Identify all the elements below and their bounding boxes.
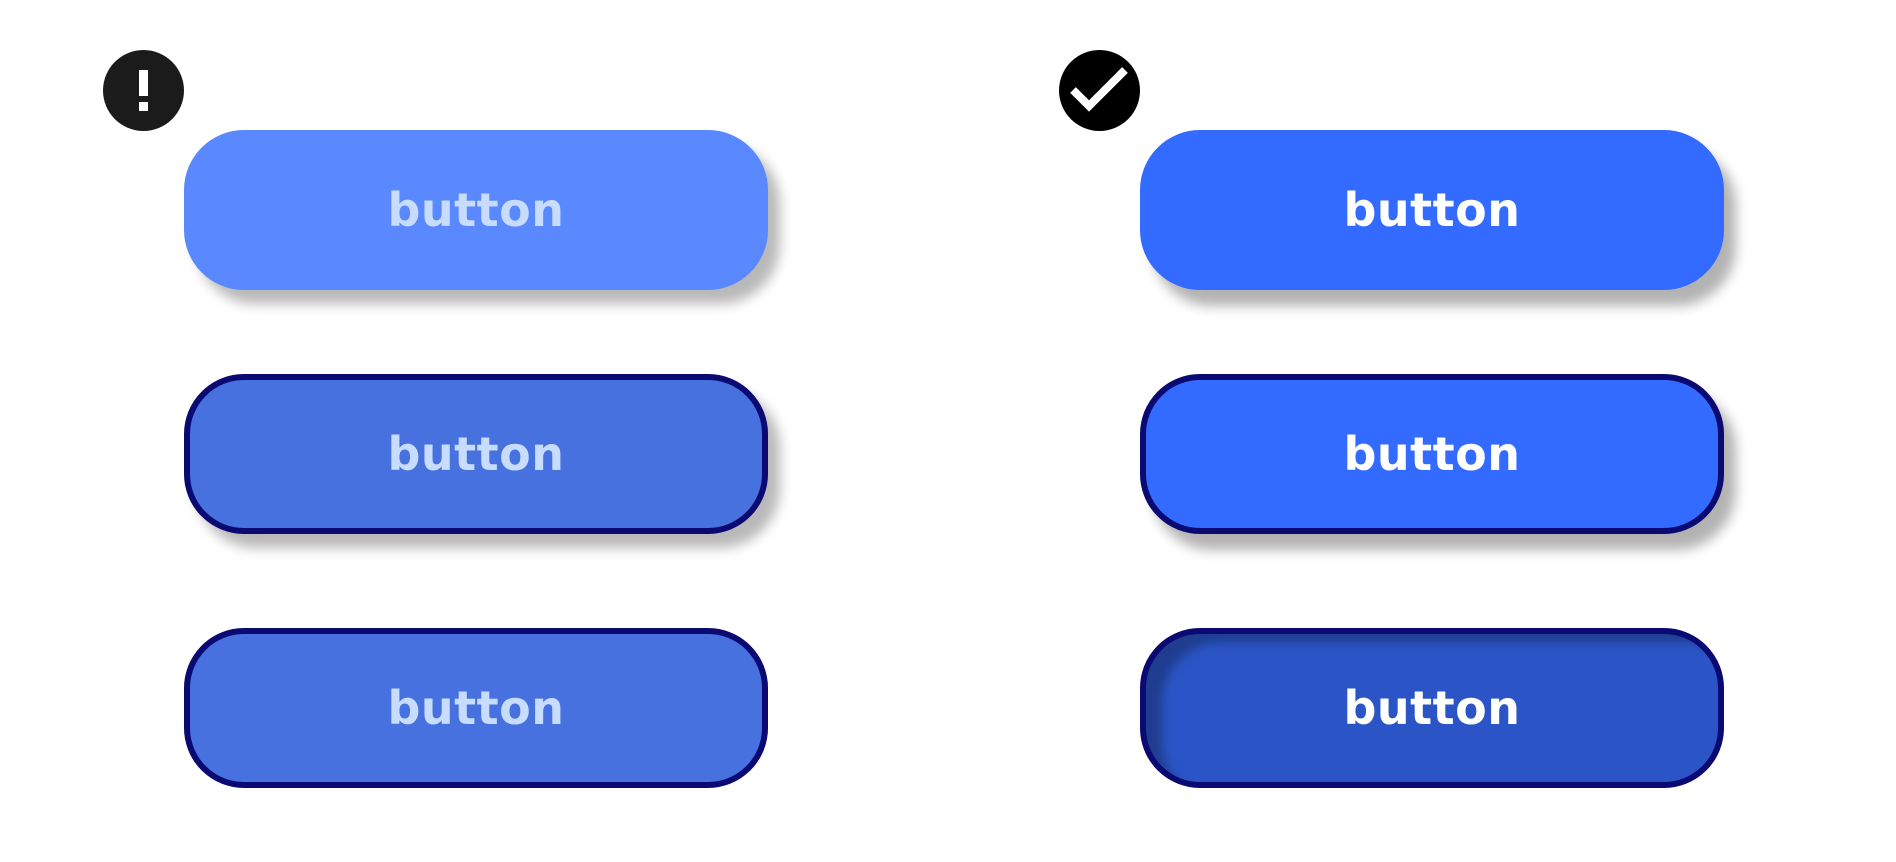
checkmark-icon <box>1070 67 1128 112</box>
button-label: button <box>1343 681 1521 735</box>
good-default-button[interactable]: button <box>1140 130 1724 290</box>
exclamation-icon <box>139 70 148 111</box>
bad-pressed-button[interactable]: button <box>184 628 768 788</box>
bad-default-button[interactable]: button <box>184 130 768 290</box>
good-pressed-button[interactable]: button <box>1140 628 1724 788</box>
warning-badge <box>103 50 184 131</box>
bad-hover-button[interactable]: button <box>184 374 768 534</box>
button-label: button <box>387 681 565 735</box>
good-hover-button[interactable]: button <box>1140 374 1724 534</box>
button-label: button <box>1343 427 1521 481</box>
button-states-comparison: button button button button button butto… <box>0 0 1896 862</box>
button-label: button <box>387 427 565 481</box>
button-label: button <box>387 183 565 237</box>
correct-badge <box>1059 50 1140 131</box>
button-label: button <box>1343 183 1521 237</box>
